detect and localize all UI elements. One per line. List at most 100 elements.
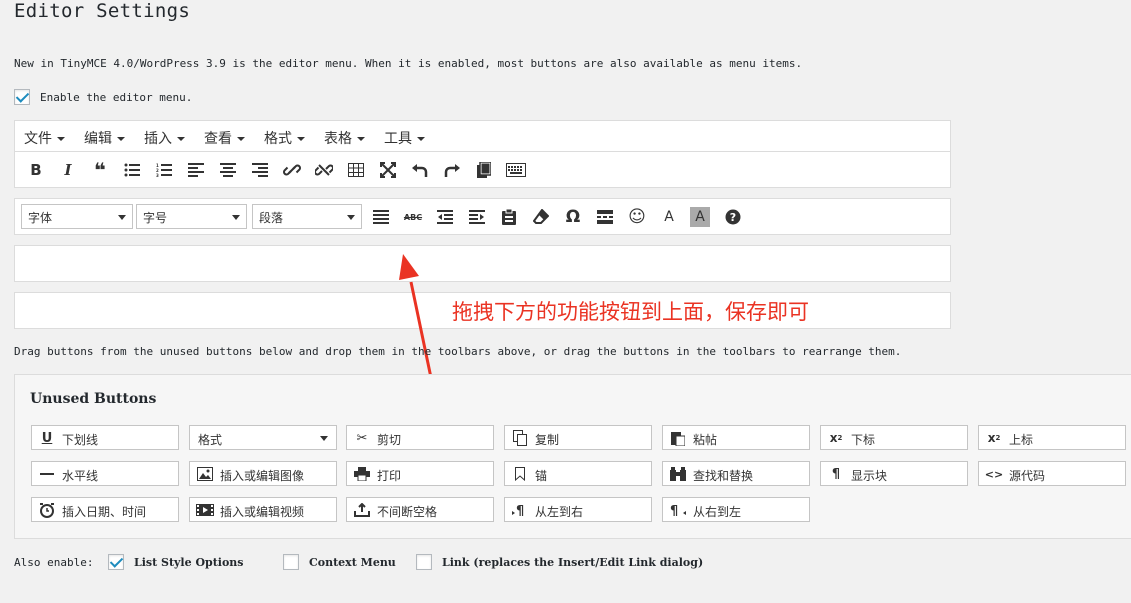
svg-text:3: 3 (156, 173, 159, 177)
unused-print-button[interactable]: 打印 (346, 461, 494, 486)
menu-table[interactable]: 表格 (324, 128, 365, 148)
toolbar-row-1: B I ❝ 123 (14, 151, 951, 188)
menu-insert[interactable]: 插入 (144, 128, 185, 148)
font-size-select[interactable]: 字号 (136, 204, 247, 229)
hr-icon (38, 465, 56, 483)
drag-hint: Drag buttons from the unused buttons bel… (14, 345, 902, 358)
indent-icon[interactable] (466, 206, 488, 228)
paste-text-icon[interactable] (473, 159, 495, 181)
video-icon (196, 501, 214, 519)
menu-tools[interactable]: 工具 (384, 128, 425, 148)
unused-cut-button[interactable]: ✂ 剪切 (346, 425, 494, 450)
undo-icon[interactable] (409, 159, 431, 181)
font-family-select[interactable]: 字体 (21, 204, 133, 229)
list-style-option: List Style Options (108, 554, 244, 570)
enable-menu-row: Enable the editor menu. (14, 89, 192, 105)
emoticon-icon[interactable]: ☺ (626, 206, 648, 228)
copy-icon (511, 429, 529, 447)
superscript-icon: x2 (987, 431, 1001, 445)
pilcrow-icon: ¶ (831, 466, 841, 482)
unused-buttons-panel: Unused Buttons U 下划线 格式 ✂ 剪切 复制 粘帖 x2 下标… (14, 374, 1131, 539)
paste-icon[interactable] (498, 206, 520, 228)
unused-format-select[interactable]: 格式 (189, 425, 337, 450)
menu-view[interactable]: 查看 (204, 128, 245, 148)
link-label: Link (replaces the Insert/Edit Link dial… (442, 555, 704, 569)
toolbar-row-2: 字体 字号 段落 ABC Ω ☺ A A ? (14, 198, 951, 235)
scissors-icon: ✂ (356, 430, 368, 446)
unused-video-button[interactable]: 插入或编辑视频 (189, 497, 337, 522)
unlink-icon[interactable] (313, 159, 335, 181)
redo-icon[interactable] (441, 159, 463, 181)
unused-image-button[interactable]: 插入或编辑图像 (189, 461, 337, 486)
blockquote-icon[interactable]: ❝ (89, 158, 111, 182)
nbsp-icon (353, 501, 371, 519)
unused-ltr-button[interactable]: ¶ 从左到右 (504, 497, 652, 522)
keyboard-icon[interactable] (505, 159, 527, 181)
rtl-icon: ¶ (669, 501, 687, 519)
list-style-checkbox[interactable] (108, 554, 124, 570)
page-break-icon[interactable] (594, 206, 616, 228)
intro-text: New in TinyMCE 4.0/WordPress 3.9 is the … (14, 57, 803, 70)
unused-rtl-button[interactable]: ¶ 从右到左 (662, 497, 810, 522)
unused-buttons-title: Unused Buttons (30, 391, 157, 407)
unused-hr-button[interactable]: 水平线 (31, 461, 179, 486)
menu-edit[interactable]: 编辑 (84, 128, 125, 148)
strikethrough-icon[interactable]: ABC (402, 206, 424, 228)
clock-icon (38, 501, 56, 519)
unused-underline-button[interactable]: U 下划线 (31, 425, 179, 450)
omega-icon[interactable]: Ω (562, 206, 584, 228)
context-menu-label: Context Menu (309, 555, 396, 569)
context-menu-option: Context Menu (283, 554, 396, 570)
italic-icon[interactable]: I (57, 159, 79, 181)
outdent-icon[interactable] (434, 206, 456, 228)
paragraph-select[interactable]: 段落 (252, 204, 362, 229)
unused-find-replace-button[interactable]: 查找和替换 (662, 461, 810, 486)
eraser-icon[interactable] (530, 206, 552, 228)
unused-nbsp-button[interactable]: 不间断空格 (346, 497, 494, 522)
table-icon[interactable] (345, 159, 367, 181)
toolbar-row-3-empty[interactable] (14, 245, 951, 282)
annotation-text: 拖拽下方的功能按钮到上面，保存即可 (452, 300, 809, 324)
unused-paste-button[interactable]: 粘帖 (662, 425, 810, 450)
context-menu-checkbox[interactable] (283, 554, 299, 570)
unused-subscript-button[interactable]: x2 下标 (820, 425, 968, 450)
bullet-list-icon[interactable] (121, 159, 143, 181)
menu-file[interactable]: 文件 (24, 128, 65, 148)
page-title: Editor Settings (14, 0, 191, 22)
help-icon[interactable]: ? (722, 206, 744, 228)
editor-menubar: 文件 编辑 插入 查看 格式 表格 工具 (14, 120, 951, 152)
link-option: Link (replaces the Insert/Edit Link dial… (416, 554, 703, 570)
background-color-icon[interactable]: A (690, 207, 710, 227)
text-color-icon[interactable]: A (658, 206, 680, 228)
enable-menu-label: Enable the editor menu. (40, 90, 193, 104)
unused-datetime-button[interactable]: 插入日期、时间 (31, 497, 179, 522)
fullscreen-icon[interactable] (377, 159, 399, 181)
ltr-icon: ¶ (511, 501, 529, 519)
align-justify-icon[interactable] (370, 206, 392, 228)
enable-menu-checkbox[interactable] (14, 89, 30, 105)
binoculars-icon (669, 465, 687, 483)
underline-icon: U (41, 430, 53, 446)
unused-superscript-button[interactable]: x2 上标 (978, 425, 1126, 450)
numbered-list-icon[interactable]: 123 (153, 159, 175, 181)
link-icon[interactable] (281, 159, 303, 181)
link-checkbox[interactable] (416, 554, 432, 570)
unused-visualblocks-button[interactable]: ¶ 显示块 (820, 461, 968, 486)
unused-source-code-button[interactable]: <> 源代码 (978, 461, 1126, 486)
svg-text:?: ? (730, 211, 736, 224)
align-left-icon[interactable] (185, 159, 207, 181)
paste-icon (669, 429, 687, 447)
subscript-icon: x2 (829, 431, 843, 445)
svg-text:¶: ¶ (670, 504, 678, 517)
align-center-icon[interactable] (217, 159, 239, 181)
align-right-icon[interactable] (249, 159, 271, 181)
list-style-label: List Style Options (134, 555, 244, 569)
bookmark-icon (511, 465, 529, 483)
menu-format[interactable]: 格式 (264, 128, 305, 148)
print-icon (353, 465, 371, 483)
bold-icon[interactable]: B (25, 159, 47, 181)
unused-copy-button[interactable]: 复制 (504, 425, 652, 450)
unused-anchor-button[interactable]: 锚 (504, 461, 652, 486)
code-icon: <> (984, 467, 1004, 481)
svg-text:¶: ¶ (516, 504, 524, 517)
